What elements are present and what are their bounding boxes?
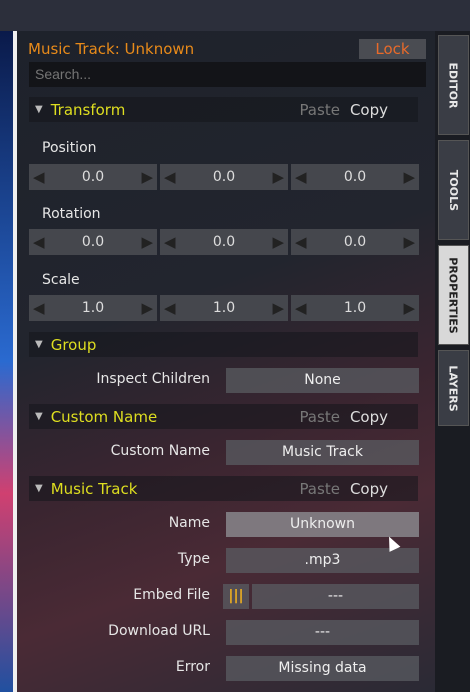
tab-properties[interactable]: PROPERTIES [438, 245, 469, 345]
arrow-right-icon[interactable]: ▶ [272, 233, 284, 251]
value: 1.0 [212, 300, 236, 316]
position-x-stepper[interactable]: ◀ 0.0 ▶ [29, 164, 157, 190]
panel-title: Music Track: Unknown [28, 40, 195, 58]
embed-file-toggle[interactable]: ||| [223, 584, 249, 609]
name-label: Name [168, 515, 210, 531]
section-title: Custom Name [50, 407, 158, 426]
viewport-background [0, 31, 13, 692]
paste-button[interactable]: Paste [299, 408, 340, 426]
error-value: Missing data [226, 656, 419, 681]
tab-label: TOOLS [447, 169, 461, 211]
value: 0.0 [343, 169, 367, 185]
side-tabs: EDITOR TOOLS PROPERTIES LAYERS [435, 31, 470, 692]
transform-section-header[interactable]: ▼ Transform Paste Copy [29, 97, 418, 122]
value: 0.0 [343, 234, 367, 250]
arrow-right-icon[interactable]: ▶ [272, 299, 284, 317]
rotation-x-stepper[interactable]: ◀ 0.0 ▶ [29, 229, 157, 255]
position-y-stepper[interactable]: ◀ 0.0 ▶ [160, 164, 288, 190]
value: 1.0 [343, 300, 367, 316]
value: 0.0 [81, 234, 105, 250]
type-label: Type [177, 551, 210, 567]
arrow-right-icon[interactable]: ▶ [141, 233, 153, 251]
collapse-triangle-icon[interactable]: ▼ [35, 483, 43, 494]
arrow-left-icon[interactable]: ◀ [164, 168, 176, 186]
copy-button[interactable]: Copy [350, 480, 388, 498]
section-title: Transform [50, 100, 126, 119]
arrow-right-icon[interactable]: ▶ [403, 299, 415, 317]
lock-button[interactable]: Lock [359, 39, 426, 59]
rotation-z-stepper[interactable]: ◀ 0.0 ▶ [291, 229, 419, 255]
tab-editor[interactable]: EDITOR [438, 35, 469, 135]
download-url-label: Download URL [108, 623, 210, 639]
collapse-triangle-icon[interactable]: ▼ [35, 104, 43, 115]
scale-y-stepper[interactable]: ◀ 1.0 ▶ [160, 295, 288, 321]
arrow-right-icon[interactable]: ▶ [141, 168, 153, 186]
rotation-y-stepper[interactable]: ◀ 0.0 ▶ [160, 229, 288, 255]
top-bar [0, 0, 470, 31]
error-label: Error [175, 659, 210, 675]
embed-file-value[interactable]: --- [252, 584, 419, 609]
custom-name-label: Custom Name [110, 443, 210, 459]
embed-file-label: Embed File [133, 587, 210, 603]
value: 1.0 [81, 300, 105, 316]
copy-button[interactable]: Copy [350, 101, 388, 119]
arrow-left-icon[interactable]: ◀ [33, 168, 45, 186]
arrow-left-icon[interactable]: ◀ [295, 168, 307, 186]
section-title: Music Track [50, 479, 138, 498]
arrow-right-icon[interactable]: ▶ [141, 299, 153, 317]
rotation-label: Rotation [42, 206, 101, 222]
download-url-input[interactable]: --- [226, 620, 419, 645]
tab-label: EDITOR [447, 61, 460, 109]
arrow-right-icon[interactable]: ▶ [403, 168, 415, 186]
arrow-left-icon[interactable]: ◀ [33, 233, 45, 251]
arrow-right-icon[interactable]: ▶ [272, 168, 284, 186]
name-input[interactable]: Unknown [226, 512, 419, 537]
group-section-header[interactable]: ▼ Group [29, 332, 418, 357]
arrow-left-icon[interactable]: ◀ [295, 299, 307, 317]
inspect-children-dropdown[interactable]: None [226, 368, 419, 393]
custom-name-input[interactable]: Music Track [226, 440, 419, 465]
scale-z-stepper[interactable]: ◀ 1.0 ▶ [291, 295, 419, 321]
tab-label: PROPERTIES [447, 256, 460, 334]
collapse-triangle-icon[interactable]: ▼ [35, 339, 43, 350]
arrow-right-icon[interactable]: ▶ [403, 233, 415, 251]
arrow-left-icon[interactable]: ◀ [164, 299, 176, 317]
arrow-left-icon[interactable]: ◀ [33, 299, 45, 317]
scale-label: Scale [42, 272, 80, 288]
tab-label: LAYERS [447, 364, 460, 412]
custom-name-section-header[interactable]: ▼ Custom Name Paste Copy [29, 404, 418, 429]
paste-button[interactable]: Paste [299, 480, 340, 498]
value: 0.0 [212, 234, 236, 250]
tab-tools[interactable]: TOOLS [438, 140, 469, 240]
search-input[interactable] [29, 62, 426, 87]
position-z-stepper[interactable]: ◀ 0.0 ▶ [291, 164, 419, 190]
music-track-section-header[interactable]: ▼ Music Track Paste Copy [29, 476, 418, 501]
inspect-children-label: Inspect Children [96, 371, 210, 387]
paste-button[interactable]: Paste [299, 101, 340, 119]
position-label: Position [42, 140, 97, 156]
arrow-left-icon[interactable]: ◀ [295, 233, 307, 251]
value: 0.0 [81, 169, 105, 185]
value: 0.0 [212, 169, 236, 185]
tab-layers[interactable]: LAYERS [438, 350, 469, 426]
section-title: Group [50, 335, 97, 354]
scale-x-stepper[interactable]: ◀ 1.0 ▶ [29, 295, 157, 321]
type-dropdown[interactable]: .mp3 [226, 548, 419, 573]
collapse-triangle-icon[interactable]: ▼ [35, 411, 43, 422]
arrow-left-icon[interactable]: ◀ [164, 233, 176, 251]
copy-button[interactable]: Copy [350, 408, 388, 426]
